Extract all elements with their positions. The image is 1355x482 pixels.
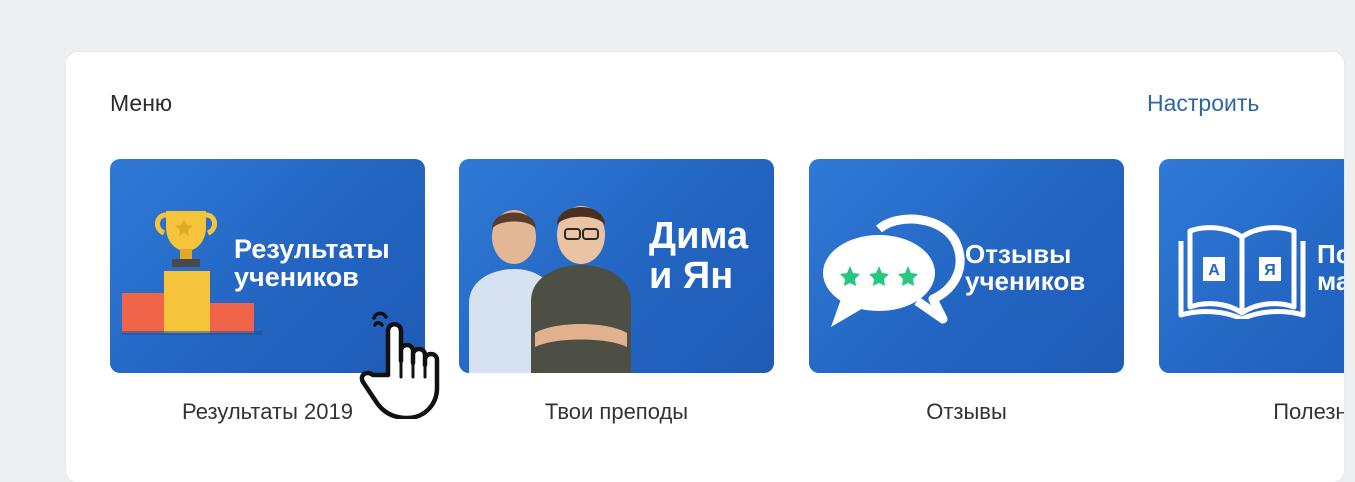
banner-teachers[interactable]: Дима и Ян bbox=[459, 159, 774, 373]
banner-text-teachers: Дима и Ян bbox=[649, 215, 749, 297]
menu-title: Меню bbox=[110, 90, 173, 116]
configure-link[interactable]: Настроить bbox=[1147, 90, 1259, 117]
banner-text-useful: По ма bbox=[1317, 239, 1344, 297]
menu-tile-useful[interactable]: А Я По ма Полезно bbox=[1159, 159, 1344, 425]
banner-line-1: Результаты bbox=[234, 234, 390, 264]
menu-tiles: Результаты учеников Результаты 2019 Дима… bbox=[110, 159, 1344, 479]
banner-reviews[interactable]: Отзывы учеников bbox=[809, 159, 1124, 373]
svg-text:Я: Я bbox=[1264, 262, 1276, 279]
banner-line-2: ма bbox=[1317, 266, 1344, 297]
svg-text:А: А bbox=[1208, 262, 1220, 279]
open-book-icon: А Я bbox=[1178, 225, 1306, 319]
banner-useful[interactable]: А Я По ма bbox=[1159, 159, 1344, 373]
banner-line-1: Дима bbox=[649, 215, 749, 257]
banner-line-2: учеников bbox=[234, 262, 359, 293]
tile-caption-useful: Полезно bbox=[1273, 399, 1344, 424]
banner-text-results: Результаты учеников bbox=[234, 235, 390, 292]
banner-line-2: и Ян bbox=[649, 254, 734, 297]
banner-line-2: учеников bbox=[965, 266, 1086, 297]
teachers-photo bbox=[469, 206, 631, 373]
menu-tile-teachers[interactable]: Дима и Ян Твои преподы bbox=[459, 159, 774, 425]
banner-text-reviews: Отзывы учеников bbox=[965, 239, 1086, 297]
banner-line-1: Отзывы bbox=[965, 239, 1072, 269]
tile-caption-reviews: Отзывы bbox=[926, 399, 1007, 424]
menu-card: Меню Настроить Результаты учеников Резул… bbox=[66, 52, 1344, 482]
menu-tile-reviews[interactable]: Отзывы учеников Отзывы bbox=[809, 159, 1124, 425]
hand-cursor-icon bbox=[359, 311, 440, 419]
banner-line-1: По bbox=[1317, 239, 1344, 269]
speech-bubble-stars-icon bbox=[823, 214, 965, 327]
tile-caption-teachers: Твои преподы bbox=[544, 399, 689, 424]
